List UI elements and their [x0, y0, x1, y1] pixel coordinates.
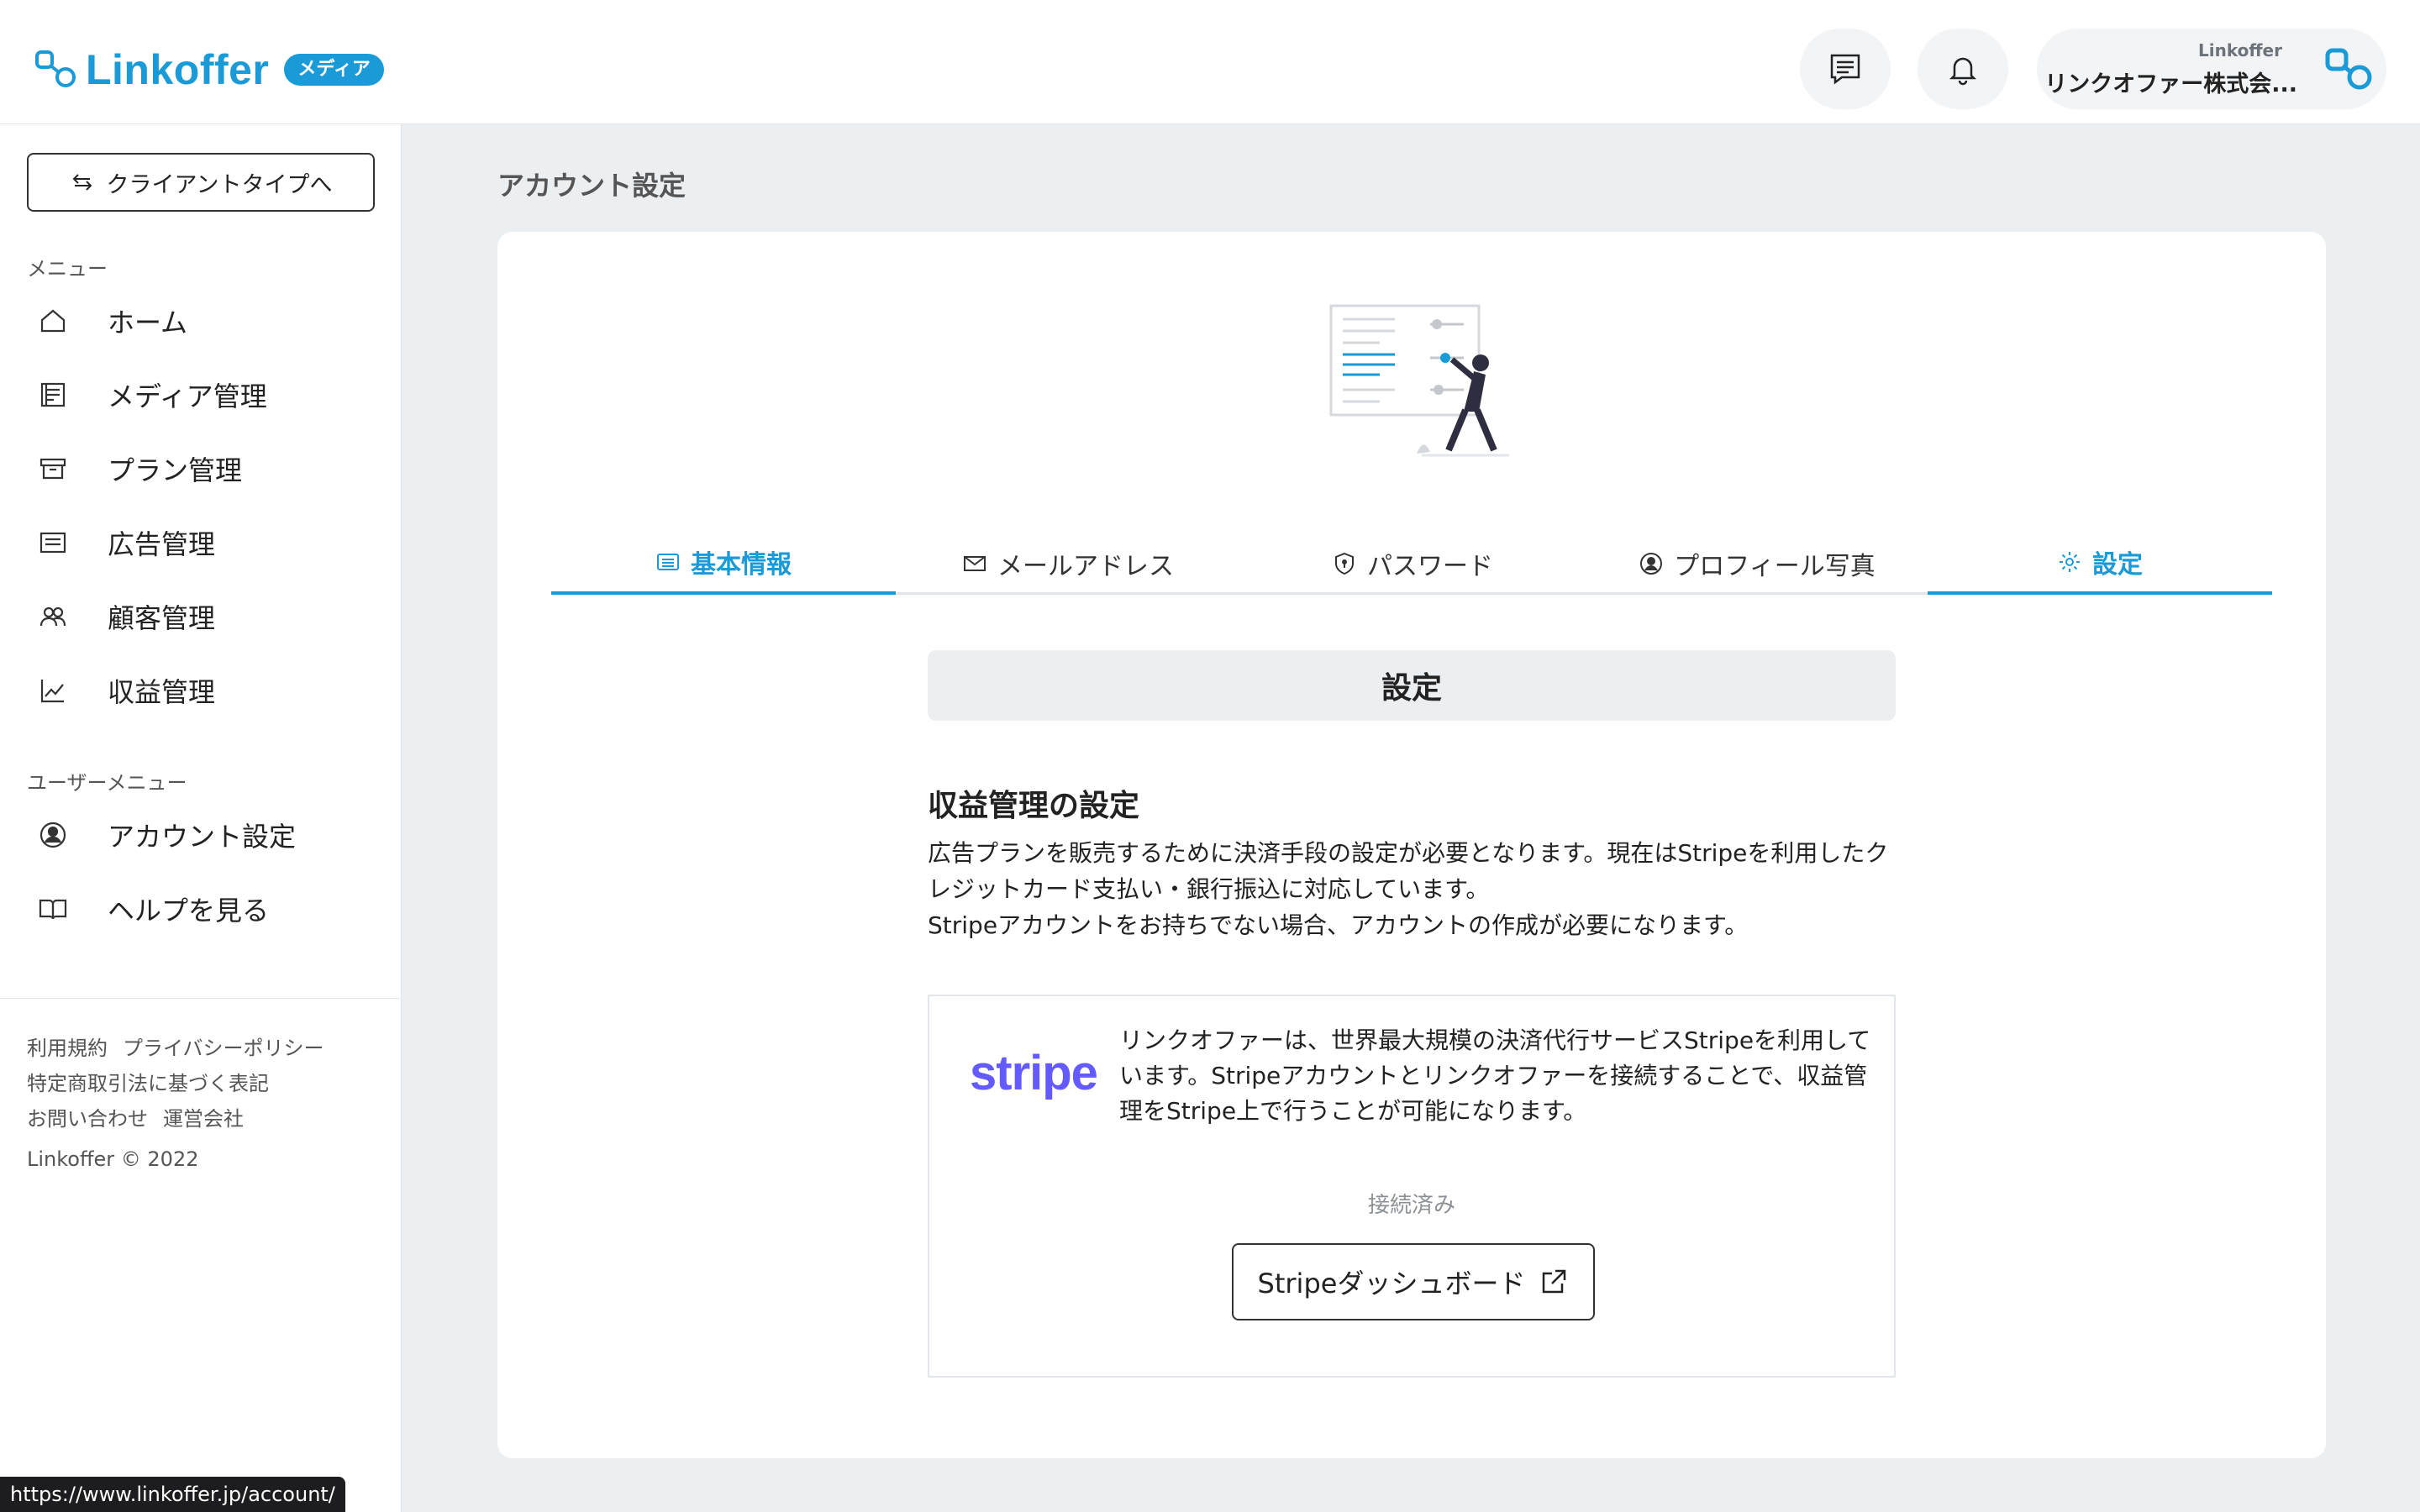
revenue-settings-description: 広告プランを販売するために決済手段の設定が必要となります。現在はStripeを利…: [928, 835, 1902, 943]
stripe-logo: stripe: [970, 1046, 1098, 1100]
tab-label: 基本情報: [691, 550, 792, 580]
sidebar-item-label: メディア管理: [108, 381, 267, 412]
tab-label: パスワード: [1367, 552, 1493, 581]
user-menu-section-label: ユーザーメニュー: [27, 771, 187, 795]
shield-icon: [1335, 552, 1354, 575]
book-icon: [39, 899, 67, 920]
swap-arrows-icon: [72, 174, 92, 191]
sidebar-item-help[interactable]: ヘルプを見る: [37, 884, 269, 934]
avatar-icon: [2325, 48, 2372, 90]
sidebar-item-label: 収益管理: [108, 676, 216, 708]
settings-card: 基本情報 メールアドレス パスワード プロフィール写真 設定 設定 収益管理の設…: [497, 232, 2326, 1458]
section-header: 設定: [928, 650, 1896, 721]
top-header: Linkoffer メディア Linkoffer リンクオファー株式会...: [0, 0, 2420, 124]
list-icon: [657, 554, 679, 570]
revenue-settings-title: 収益管理の設定: [928, 789, 1140, 823]
logo-text: Linkoffer: [86, 46, 270, 93]
sidebar: クライアントタイプへ メニュー ホーム メディア管理 プラン管理 広告管理 顧客…: [0, 124, 402, 1512]
switch-client-type-button[interactable]: クライアントタイプへ: [27, 153, 375, 212]
sidebar-item-label: ホーム: [108, 307, 188, 339]
archive-icon: [39, 458, 66, 480]
copyright: Linkoffer © 2022: [27, 1147, 199, 1171]
logo-mark-icon: [35, 50, 76, 87]
ad-icon: [39, 532, 66, 554]
sidebar-item-media[interactable]: メディア管理: [37, 370, 267, 420]
terms-link[interactable]: 利用規約: [27, 1037, 108, 1060]
external-link-icon: [1543, 1269, 1566, 1294]
description-line: Stripeアカウントをお持ちでない場合、アカウントの作成が必要になります。: [928, 911, 1749, 939]
media-badge: メディア: [284, 54, 384, 86]
bell-icon: [1949, 57, 1977, 86]
sidebar-item-label: プラン管理: [108, 454, 243, 486]
tab-label: 設定: [2092, 550, 2143, 580]
user-menu[interactable]: Linkoffer リンクオファー株式会...: [2037, 29, 2386, 109]
chart-icon: [40, 680, 64, 703]
sidebar-item-revenue[interactable]: 収益管理: [37, 665, 215, 716]
messages-button[interactable]: [1800, 29, 1891, 109]
stripe-description: リンクオファーは、世界最大規模の決済代行サービスStripeを利用しています。S…: [1119, 1026, 1871, 1125]
sidebar-item-label: アカウント設定: [108, 821, 297, 853]
app-logo[interactable]: Linkoffer メディア: [35, 45, 384, 94]
tab-email[interactable]: メールアドレス: [896, 533, 1240, 595]
gear-icon: [2060, 552, 2080, 572]
tab-profile-photo[interactable]: プロフィール写真: [1585, 533, 1929, 595]
users-icon: [39, 606, 66, 627]
sidebar-item-label: 顧客管理: [108, 602, 216, 634]
sidebar-divider: [0, 998, 402, 999]
sidebar-item-label: ヘルプを見る: [108, 895, 270, 927]
switch-client-type-label: クライアントタイプへ: [106, 171, 333, 198]
sidebar-item-customers[interactable]: 顧客管理: [37, 591, 215, 642]
commerce-law-link[interactable]: 特定商取引法に基づく表記: [27, 1072, 269, 1095]
tab-settings[interactable]: 設定: [1928, 533, 2272, 595]
company-link[interactable]: 運営会社: [163, 1107, 244, 1131]
privacy-link[interactable]: プライバシーポリシー: [123, 1037, 324, 1060]
sidebar-item-home[interactable]: ホーム: [37, 296, 187, 346]
sidebar-item-ads[interactable]: 広告管理: [37, 517, 215, 568]
sidebar-item-label: 広告管理: [108, 528, 216, 560]
message-icon: [1830, 54, 1860, 85]
user-org: Linkoffer: [2198, 40, 2282, 60]
description-line: 広告プランを販売するために決済手段の設定が必要となります。現在はStripeを利…: [928, 839, 1889, 903]
mail-icon: [964, 556, 986, 571]
stripe-connection-panel: stripe リンクオファーは、世界最大規模の決済代行サービスStripeを利用…: [928, 995, 1896, 1378]
page-title: アカウント設定: [497, 170, 687, 202]
user-circle-icon: [1640, 553, 1663, 575]
settings-tabs: 基本情報 メールアドレス パスワード プロフィール写真 設定: [551, 533, 2272, 595]
contact-link[interactable]: お問い合わせ: [27, 1107, 148, 1131]
tab-label: メールアドレス: [997, 552, 1174, 581]
media-icon: [40, 382, 66, 407]
settings-illustration: [1329, 304, 1509, 457]
user-circle-icon: [39, 822, 66, 848]
stripe-dashboard-button[interactable]: Stripeダッシュボード: [1232, 1243, 1595, 1320]
user-name: リンクオファー株式会...: [2044, 71, 2297, 97]
status-bar-url: https://www.linkoffer.jp/account/: [0, 1477, 345, 1512]
sidebar-item-plans[interactable]: プラン管理: [37, 444, 242, 494]
notifications-button[interactable]: [1918, 29, 2008, 109]
connection-status: 接続済み: [1367, 1193, 1455, 1218]
tab-password[interactable]: パスワード: [1240, 533, 1585, 595]
sidebar-item-account-settings[interactable]: アカウント設定: [37, 810, 296, 860]
home-icon: [40, 309, 66, 333]
stripe-dashboard-label: Stripeダッシュボード: [1257, 1268, 1526, 1299]
tab-label: プロフィール写真: [1674, 552, 1876, 581]
tab-basic-info[interactable]: 基本情報: [551, 533, 896, 595]
menu-section-label: メニュー: [27, 257, 108, 281]
